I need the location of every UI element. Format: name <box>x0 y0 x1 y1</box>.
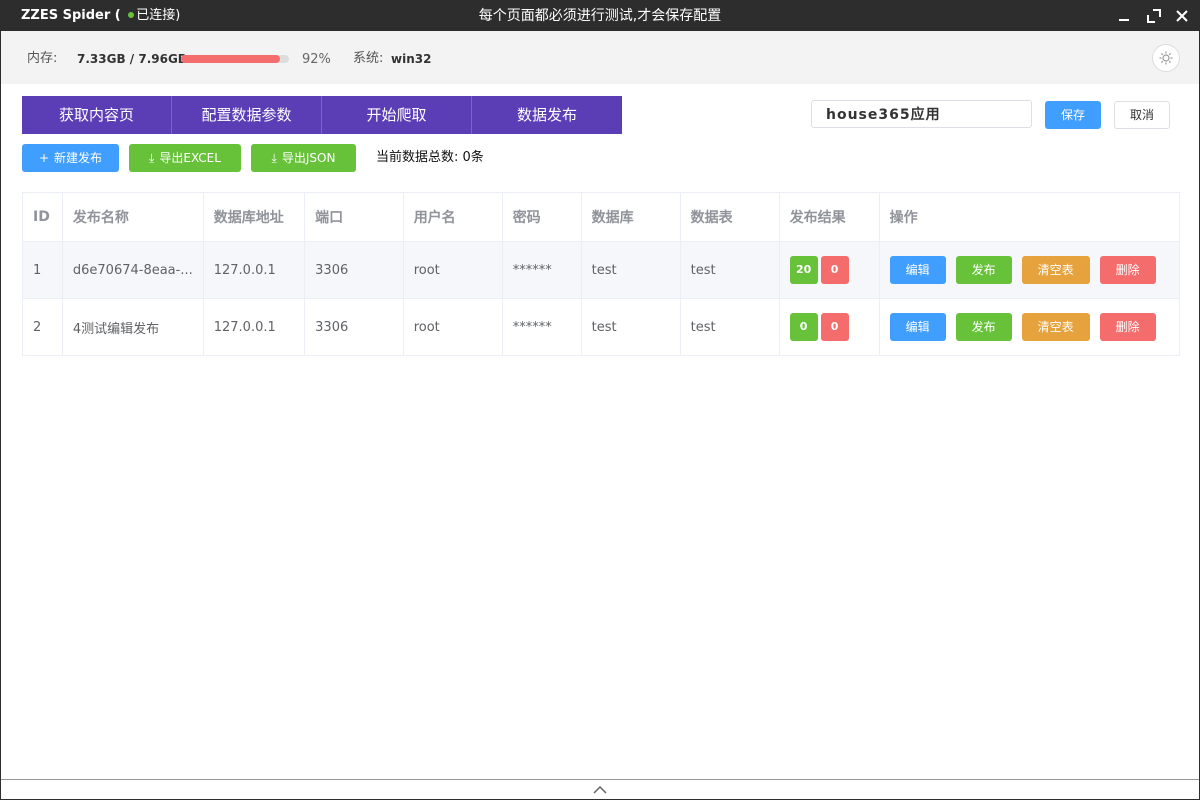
cell-user: root <box>402 298 503 356</box>
system-value: win32 <box>391 52 432 66</box>
cell-port: 3306 <box>304 241 404 299</box>
tab-fetch-content[interactable]: 获取内容页 <box>22 96 172 134</box>
header-database: 数据库 <box>580 192 681 242</box>
cell-id: 1 <box>22 241 63 299</box>
cell-actions: 编辑 发布 清空表 删除 <box>878 241 1181 299</box>
settings-button[interactable] <box>1152 44 1180 72</box>
header-user: 用户名 <box>402 192 503 242</box>
export-excel-label: 导出EXCEL <box>159 151 221 165</box>
memory-progress-bar <box>181 55 289 63</box>
maximize-icon <box>1147 9 1161 23</box>
plus-icon: + <box>38 151 50 165</box>
cell-password: ****** <box>501 241 582 299</box>
cell-table: test <box>679 298 780 356</box>
download-icon: ⤓ <box>271 151 277 165</box>
app-name-input[interactable] <box>811 100 1032 128</box>
chevron-up-icon <box>593 785 607 794</box>
delete-button[interactable]: 删除 <box>1099 256 1156 284</box>
cell-user: root <box>402 241 503 299</box>
memory-label: 内存: <box>27 51 58 66</box>
cell-table: test <box>679 241 780 299</box>
cell-host: 127.0.0.1 <box>202 241 306 299</box>
fail-count-badge: 0 <box>820 313 849 341</box>
header-password: 密码 <box>501 192 582 242</box>
header-result: 发布结果 <box>778 192 880 242</box>
cell-port: 3306 <box>304 298 404 356</box>
title-notice: 每个页面都必须进行测试,才会保存配置 <box>478 8 722 24</box>
success-count-badge: 0 <box>789 313 818 341</box>
header-name: 发布名称 <box>61 192 204 242</box>
cell-result: 20 0 <box>778 241 880 299</box>
export-excel-button[interactable]: ⤓ 导出EXCEL <box>129 144 241 172</box>
header-actions: 操作 <box>878 192 1181 242</box>
save-button[interactable]: 保存 <box>1045 101 1101 129</box>
table-row: 2 4测试编辑发布 127.0.0.1 3306 root ****** tes… <box>22 298 1181 356</box>
header-table: 数据表 <box>679 192 780 242</box>
app-name: ZZES Spider ( <box>21 8 126 23</box>
system-stats-bar: 内存: 7.33GB / 7.96GB 92% 系统: win32 <box>1 31 1199 84</box>
edit-button[interactable]: 编辑 <box>889 313 946 341</box>
export-json-label: 导出JSON <box>281 151 336 165</box>
memory-progress-fill <box>181 55 281 63</box>
publish-table: ID 发布名称 数据库地址 端口 用户名 密码 数据库 数据表 发布结果 操作 … <box>22 192 1181 356</box>
new-publish-button[interactable]: + 新建发布 <box>22 144 119 172</box>
table-row: 1 d6e70674-8eaa-... 127.0.0.1 3306 root … <box>22 241 1181 299</box>
success-count-badge: 20 <box>789 256 818 284</box>
cell-name: 4测试编辑发布 <box>61 298 204 356</box>
clear-table-button[interactable]: 清空表 <box>1021 256 1090 284</box>
fail-count-badge: 0 <box>820 256 849 284</box>
clear-table-button[interactable]: 清空表 <box>1021 313 1090 341</box>
data-count: 当前数据总数: 0条 <box>376 150 484 165</box>
header-port: 端口 <box>304 192 404 242</box>
cell-password: ****** <box>501 298 582 356</box>
cell-result: 00 <box>778 298 880 356</box>
close-icon <box>1176 10 1188 22</box>
publish-button[interactable]: 发布 <box>955 313 1012 341</box>
export-json-button[interactable]: ⤓ 导出JSON <box>251 144 356 172</box>
step-tabs: 获取内容页 配置数据参数 开始爬取 数据发布 <box>22 96 622 134</box>
new-publish-label: 新建发布 <box>54 151 103 165</box>
cell-database: test <box>580 298 681 356</box>
app-window: ZZES Spider ( 已连接) 每个页面都必须进行测试,才会保存配置 内存… <box>0 0 1200 800</box>
title-bar: ZZES Spider ( 已连接) 每个页面都必须进行测试,才会保存配置 <box>1 1 1199 31</box>
close-button[interactable] <box>1167 1 1197 31</box>
memory-value: 7.33GB / 7.96GB <box>77 52 187 66</box>
edit-button[interactable]: 编辑 <box>889 256 946 284</box>
table-header-row: ID 发布名称 数据库地址 端口 用户名 密码 数据库 数据表 发布结果 操作 <box>22 192 1181 242</box>
header-host: 数据库地址 <box>202 192 306 242</box>
cell-host: 127.0.0.1 <box>202 298 306 356</box>
minimize-button[interactable] <box>1109 1 1139 31</box>
maximize-button[interactable] <box>1139 1 1169 31</box>
cell-database: test <box>580 241 681 299</box>
download-icon: ⤓ <box>149 151 155 165</box>
publish-button[interactable]: 发布 <box>955 256 1012 284</box>
tab-config-params[interactable]: 配置数据参数 <box>172 96 322 134</box>
cell-id: 2 <box>22 298 63 356</box>
connection-status: 已连接) <box>136 8 181 23</box>
system-label: 系统: <box>353 51 384 66</box>
memory-percent: 92% <box>302 52 331 67</box>
app-title: ZZES Spider ( 已连接) <box>21 1 180 31</box>
bottom-panel-toggle[interactable] <box>1 779 1199 799</box>
tab-start-crawl[interactable]: 开始爬取 <box>322 96 472 134</box>
minimize-icon <box>1119 19 1129 21</box>
connected-dot-icon <box>128 12 135 18</box>
cell-actions: 编辑 发布 清空表 删除 <box>878 298 1181 356</box>
header-id: ID <box>22 192 63 242</box>
settings-icon <box>1159 51 1173 65</box>
tab-data-publish[interactable]: 数据发布 <box>472 96 622 134</box>
cancel-button[interactable]: 取消 <box>1114 101 1170 129</box>
delete-button[interactable]: 删除 <box>1099 313 1156 341</box>
cell-name: d6e70674-8eaa-... <box>61 241 204 299</box>
